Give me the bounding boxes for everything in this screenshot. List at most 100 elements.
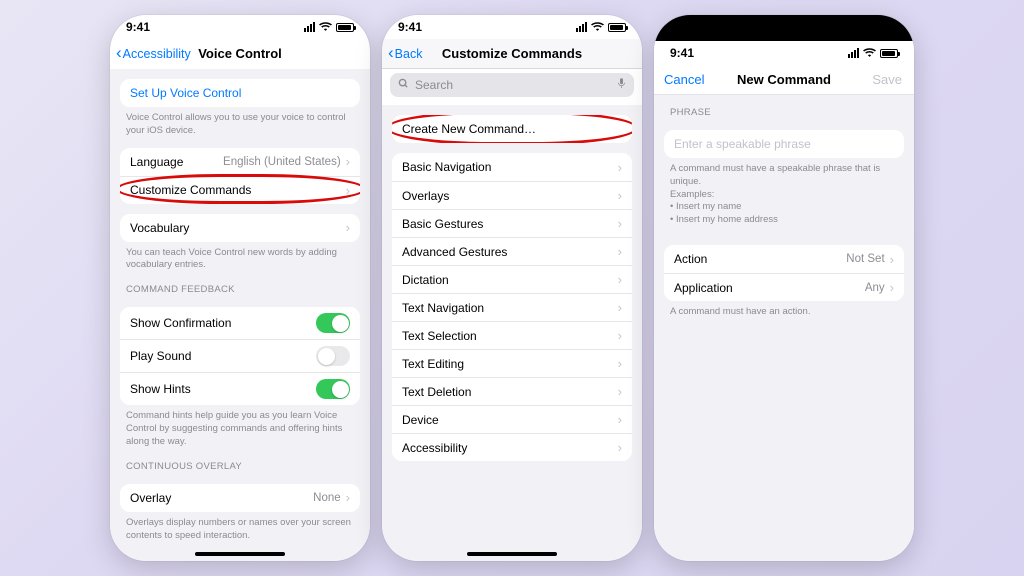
overlay-value: None <box>313 492 341 504</box>
category-label: Device <box>402 413 439 427</box>
content: Create New Command… Basic Navigation › Ove… <box>382 105 642 561</box>
status-icons <box>576 21 626 34</box>
chevron-right-icon: › <box>346 183 350 198</box>
play-sound-row[interactable]: Play Sound <box>120 339 360 372</box>
category-label: Overlays <box>402 189 449 203</box>
category-label: Basic Gestures <box>402 217 483 231</box>
action-footer: A command must have an action. <box>654 301 914 319</box>
hints-footer: Command hints help guide you as you lear… <box>110 405 370 448</box>
status-time: 9:41 <box>398 20 422 34</box>
customize-commands-row[interactable]: Customize Commands › <box>120 176 360 204</box>
nav-bar: ‹ Back Customize Commands <box>382 39 642 69</box>
setup-label: Set Up Voice Control <box>130 86 241 100</box>
wifi-icon <box>591 21 604 34</box>
section-phrase: PHRASE <box>654 95 914 120</box>
category-label: Text Deletion <box>402 385 471 399</box>
category-row[interactable]: Text Editing› <box>392 349 632 377</box>
group-feedback: Show Confirmation Play Sound Show Hints <box>120 307 360 405</box>
category-label: Text Navigation <box>402 301 484 315</box>
signal-icon <box>304 22 315 32</box>
action-row[interactable]: Action Not Set › <box>664 245 904 273</box>
search-placeholder: Search <box>415 78 453 92</box>
chevron-right-icon: › <box>618 160 622 175</box>
phone-new-command: 9:41 Cancel New Command Save PHRASE Ente… <box>654 15 914 561</box>
phrase-footer: A command must have a speakable phrase t… <box>654 158 914 227</box>
phrase-input[interactable]: Enter a speakable phrase <box>664 130 904 158</box>
category-label: Basic Navigation <box>402 160 491 174</box>
show-hints-switch[interactable] <box>316 379 350 399</box>
action-value: Not Set <box>846 253 884 265</box>
category-row[interactable]: Text Navigation › <box>392 293 632 321</box>
language-row[interactable]: Language English (United States) › <box>120 148 360 176</box>
content: PHRASE Enter a speakable phrase A comman… <box>654 95 914 561</box>
play-sound-label: Play Sound <box>130 349 191 363</box>
category-row[interactable]: Text Selection› <box>392 321 632 349</box>
chevron-right-icon: › <box>618 244 622 259</box>
show-hints-row[interactable]: Show Hints <box>120 372 360 405</box>
play-sound-switch[interactable] <box>316 346 350 366</box>
mic-icon[interactable] <box>617 77 626 93</box>
phone-voice-control: 9:41 ‹ Accessibility Voice Control Set U… <box>110 15 370 561</box>
phrase-footer-line: • Insert my name <box>670 201 741 212</box>
chevron-right-icon: › <box>890 280 894 295</box>
create-new-command-row[interactable]: Create New Command… <box>392 115 632 143</box>
group-categories: Basic Navigation›Overlays›Basic Gestures… <box>392 153 632 461</box>
action-label: Action <box>674 252 707 266</box>
search-input[interactable]: Search <box>390 73 634 97</box>
status-time: 9:41 <box>670 46 694 60</box>
category-row[interactable]: Basic Navigation › <box>392 153 632 181</box>
show-confirmation-row[interactable]: Show Confirmation <box>120 307 360 339</box>
vocabulary-label: Vocabulary <box>130 221 189 235</box>
back-button[interactable]: ‹ Accessibility <box>116 47 191 61</box>
group-action: Action Not Set › Application Any › <box>664 245 904 301</box>
signal-icon <box>576 22 587 32</box>
category-row[interactable]: Basic Gestures› <box>392 209 632 237</box>
create-label: Create New Command… <box>402 122 536 136</box>
back-label: Back <box>395 47 423 61</box>
show-confirmation-label: Show Confirmation <box>130 316 231 330</box>
show-hints-label: Show Hints <box>130 382 191 396</box>
back-button[interactable]: ‹ Back <box>388 47 422 61</box>
status-icons <box>304 21 354 34</box>
overlay-row[interactable]: Overlay None › <box>120 484 360 512</box>
wifi-icon <box>863 47 876 60</box>
nav-title: Customize Commands <box>442 46 582 61</box>
cancel-button[interactable]: Cancel <box>664 72 704 87</box>
battery-icon <box>880 49 898 58</box>
category-label: Accessibility <box>402 441 467 455</box>
category-row[interactable]: Device› <box>392 405 632 433</box>
section-feedback: COMMAND FEEDBACK <box>110 272 370 297</box>
chevron-right-icon: › <box>346 154 350 169</box>
signal-icon <box>848 48 859 58</box>
vocabulary-row[interactable]: Vocabulary › <box>120 214 360 242</box>
category-label: Advanced Gestures <box>402 245 507 259</box>
home-indicator <box>467 552 557 556</box>
overlay-label: Overlay <box>130 491 171 505</box>
battery-icon <box>608 23 626 32</box>
category-row[interactable]: Advanced Gestures › <box>392 237 632 265</box>
setup-voice-control-row[interactable]: Set Up Voice Control <box>120 79 360 107</box>
category-row[interactable]: Dictation› <box>392 265 632 293</box>
chevron-right-icon: › <box>618 300 622 315</box>
language-value: English (United States) <box>223 156 341 168</box>
section-overlay: CONTINUOUS OVERLAY <box>110 449 370 474</box>
overlay-footer: Overlays display numbers or names over y… <box>110 512 370 543</box>
application-label: Application <box>674 281 733 295</box>
category-row[interactable]: Text Deletion› <box>392 377 632 405</box>
status-bar: 9:41 <box>382 15 642 39</box>
customize-label: Customize Commands <box>130 183 251 197</box>
vocabulary-footer: You can teach Voice Control new words by… <box>110 242 370 273</box>
phrase-footer-line: A command must have a speakable phrase t… <box>670 163 880 187</box>
chevron-right-icon: › <box>890 252 894 267</box>
application-row[interactable]: Application Any › <box>664 273 904 301</box>
category-row[interactable]: Accessibility› <box>392 433 632 461</box>
save-button[interactable]: Save <box>872 72 902 87</box>
show-confirmation-switch[interactable] <box>316 313 350 333</box>
category-row[interactable]: Overlays› <box>392 181 632 209</box>
status-bar: 9:41 <box>654 41 914 65</box>
language-label: Language <box>130 155 183 169</box>
nav-bar: ‹ Accessibility Voice Control <box>110 39 370 69</box>
nav-title: New Command <box>737 72 831 87</box>
group-overlay: Overlay None › <box>120 484 360 512</box>
status-icons <box>848 47 898 60</box>
